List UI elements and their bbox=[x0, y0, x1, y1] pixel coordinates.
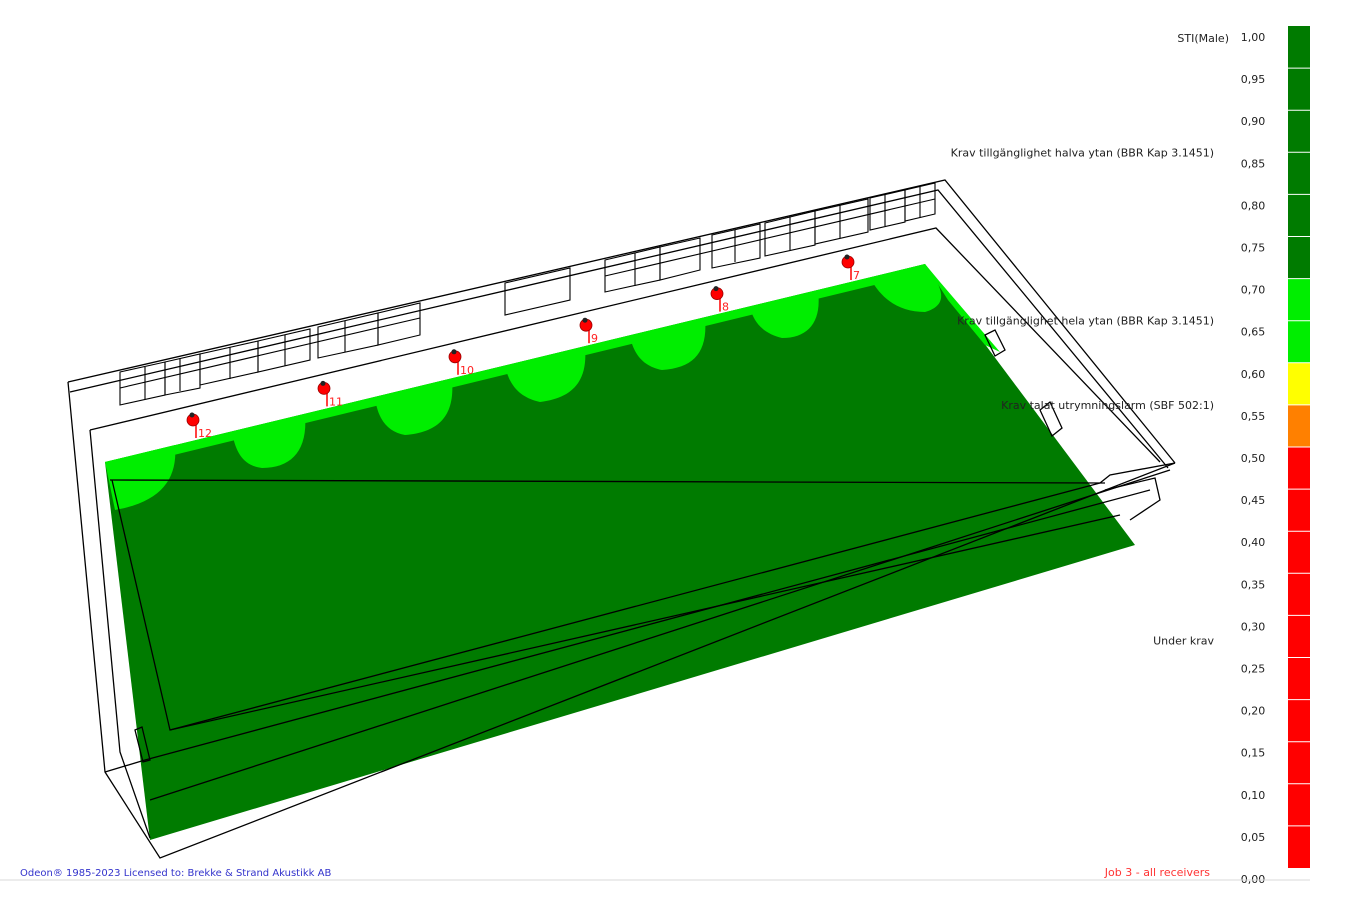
floor-grid-map bbox=[105, 264, 1135, 840]
receiver-marker: 9 bbox=[579, 317, 598, 345]
receiver-marker: 10 bbox=[448, 349, 474, 377]
scale-tick-label: 0,20 bbox=[1241, 705, 1266, 718]
copyright-label: Odeon® 1985-2023 Licensed to: Brekke & S… bbox=[20, 868, 331, 879]
receiver-label: 10 bbox=[460, 364, 474, 377]
requirement-label: Krav talat utrymningslarm (SBF 502:1) bbox=[1001, 399, 1214, 412]
scale-band-2 bbox=[1288, 362, 1310, 405]
receiver-label: 7 bbox=[853, 269, 860, 282]
scale-tick-label: 0,35 bbox=[1241, 578, 1266, 591]
scale-tick-label: 0,55 bbox=[1241, 410, 1266, 423]
scale-tick-label: 0,10 bbox=[1241, 789, 1266, 802]
scale-tick-label: 0,40 bbox=[1241, 536, 1266, 549]
receiver-marker: 11 bbox=[317, 380, 343, 408]
scale-tick-label: 0,75 bbox=[1241, 242, 1266, 255]
receiver-marker: 8 bbox=[710, 286, 729, 314]
receiver-label: 8 bbox=[722, 301, 729, 314]
scale-band-3 bbox=[1288, 404, 1310, 447]
receiver-label: 9 bbox=[591, 332, 598, 345]
requirement-label: Krav tillgänglighet hela ytan (BBR Kap 3… bbox=[957, 315, 1214, 328]
scale-tick-label: 0,85 bbox=[1241, 157, 1266, 170]
scale-tick-label: 0,60 bbox=[1241, 368, 1266, 381]
floor-base bbox=[105, 264, 1135, 840]
scale-tick-label: 1,00 bbox=[1241, 31, 1266, 44]
scale-tick-label: 0,90 bbox=[1241, 115, 1266, 128]
requirement-label: Krav tillgänglighet halva ytan (BBR Kap … bbox=[951, 146, 1214, 159]
scale-title: STI(Male) bbox=[1177, 32, 1229, 45]
odeon-grid-response-view: 12 11 10 9 8 7 1,00 0,95 0,90 0,85 0,80 0,75 0,70 0,… bbox=[0, 26, 1310, 886]
scale-tick-label: 0,45 bbox=[1241, 494, 1266, 507]
receiver-marker: 12 bbox=[186, 412, 212, 440]
scale-tick-label: 0,70 bbox=[1241, 284, 1266, 297]
scale-tick-label: 0,50 bbox=[1241, 452, 1266, 465]
scale-tick-label: 0,95 bbox=[1241, 73, 1266, 86]
requirement-label: Under krav bbox=[1153, 635, 1214, 648]
scale-tick-label: 0,15 bbox=[1241, 747, 1266, 760]
scale-tick-label: 0,65 bbox=[1241, 326, 1266, 339]
receiver-label: 12 bbox=[198, 427, 212, 440]
receiver-label: 11 bbox=[329, 395, 343, 408]
scale-tick-label: 0,25 bbox=[1241, 663, 1266, 676]
scale-tick-label: 0,05 bbox=[1241, 831, 1266, 844]
scale-tick-label: 0,80 bbox=[1241, 199, 1266, 212]
job-label: Job 3 - all receivers bbox=[1104, 866, 1210, 879]
scale-tick-label: 0,30 bbox=[1241, 620, 1266, 633]
receiver-marker: 7 bbox=[841, 254, 860, 282]
